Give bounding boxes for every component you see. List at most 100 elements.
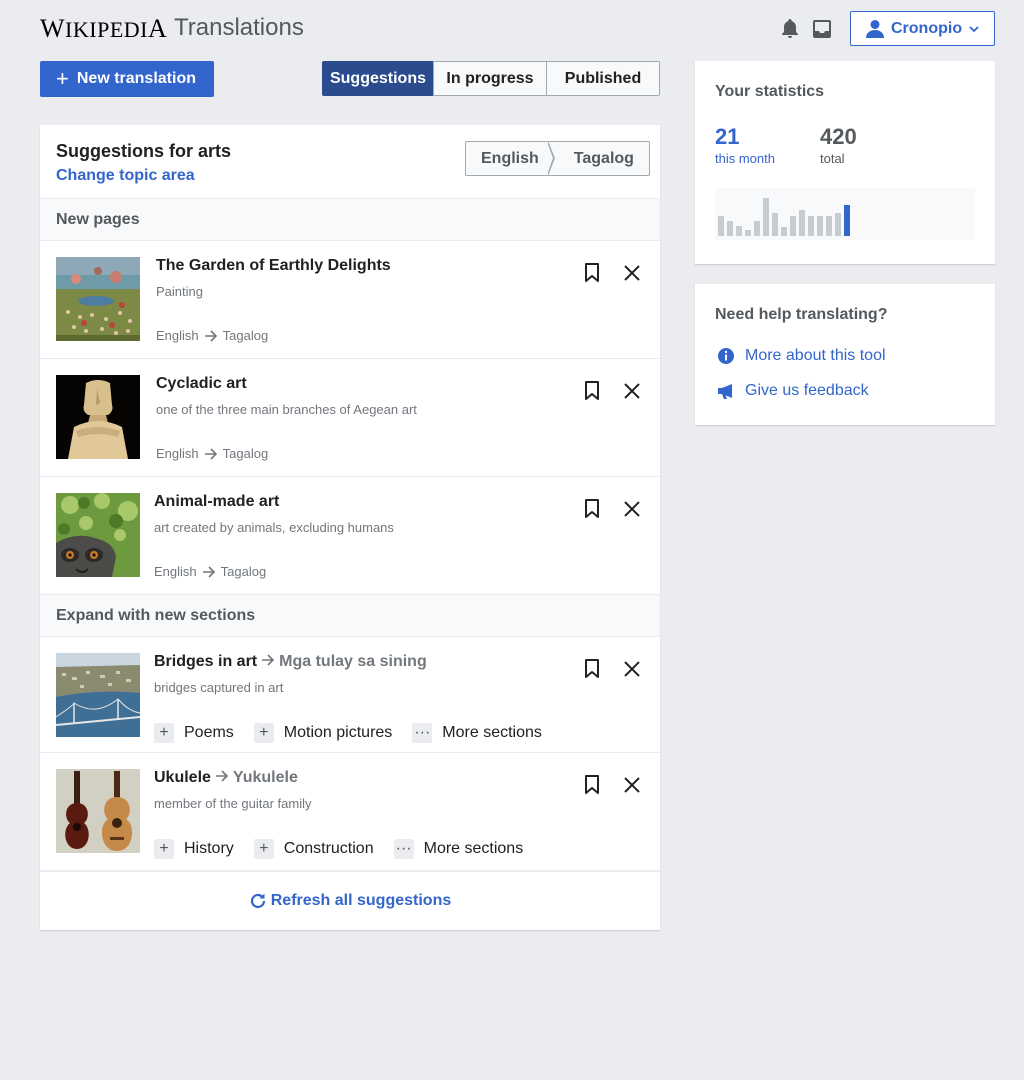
item-language-pair: English Tagalog [154, 564, 266, 579]
item-source-language: English [156, 328, 199, 343]
item-title-row: Ukulele Yukulele [154, 769, 298, 787]
activity-bar [727, 221, 733, 236]
more-sections-chip[interactable]: ··· More sections [393, 839, 524, 859]
more-about-tool-label: More about this tool [745, 347, 886, 364]
close-icon[interactable] [620, 379, 644, 403]
item-description: bridges captured in art [154, 680, 284, 695]
bell-icon[interactable] [779, 18, 801, 40]
arrow-right-icon [261, 653, 275, 670]
plus-icon: + [154, 839, 174, 859]
activity-bar [745, 230, 751, 236]
thumbnail-garden-of-earthly-delights [56, 257, 140, 341]
item-title-row: Bridges in art Mga tulay sa sining [154, 653, 427, 671]
statistics-title: Your statistics [715, 83, 825, 100]
thumbnail-bridges-in-art [56, 653, 140, 737]
thumbnail-ukulele [56, 769, 140, 853]
more-sections-label: More sections [423, 840, 524, 857]
activity-bar [754, 221, 760, 236]
dashboard-tabs: Suggestions In progress Published [322, 61, 660, 96]
activity-bar [799, 210, 805, 236]
language-separator [546, 141, 555, 176]
close-icon[interactable] [620, 657, 644, 681]
section-chip[interactable]: + Poems [154, 723, 234, 743]
section-chip-label: History [184, 840, 234, 857]
feedback-label: Give us feedback [745, 382, 869, 399]
thumbnail-animal-made-art [56, 493, 140, 577]
item-description: Painting [156, 284, 203, 299]
refresh-label: Refresh all suggestions [270, 892, 452, 909]
tray-icon[interactable] [811, 18, 833, 40]
section-chip[interactable]: + Motion pictures [253, 723, 393, 743]
target-language-button[interactable]: Tagalog [555, 142, 649, 175]
app-title: Translations [174, 14, 304, 41]
arrow-right-icon [204, 447, 218, 460]
source-language-button[interactable]: English [466, 142, 554, 175]
activity-bar [718, 216, 724, 236]
reload-icon [249, 892, 267, 910]
item-description: art created by animals, excluding humans [154, 520, 394, 535]
plus-icon: + [154, 723, 174, 743]
item-target-language: Tagalog [220, 564, 267, 579]
tab-published[interactable]: Published [546, 61, 660, 96]
bookmark-icon[interactable] [580, 657, 604, 681]
close-icon[interactable] [620, 497, 644, 521]
activity-bar [790, 216, 796, 236]
more-about-tool-link[interactable]: More about this tool [717, 347, 886, 365]
item-target-language: Tagalog [222, 446, 269, 461]
tab-suggestions[interactable]: Suggestions [322, 61, 434, 96]
arrow-right-icon [204, 329, 218, 342]
more-sections-chip[interactable]: ··· More sections [412, 723, 542, 743]
sections-heading: Expand with new sections [40, 595, 660, 637]
item-source-language: English [154, 564, 197, 579]
activity-bar [808, 216, 814, 236]
total-label: total [820, 151, 845, 166]
activity-bar [772, 213, 778, 236]
tab-in-progress[interactable]: In progress [433, 61, 547, 96]
language-selector: English Tagalog [465, 141, 650, 176]
arrow-right-icon [202, 565, 216, 578]
bookmark-icon[interactable] [580, 261, 604, 285]
bookmark-icon[interactable] [580, 773, 604, 797]
section-chips: + History + Construction ··· More sections [154, 839, 543, 859]
help-card: Need help translating? More about this t… [695, 284, 995, 425]
suggestions-card: Suggestions for arts Change topic area E… [40, 125, 660, 930]
list-item[interactable]: Cycladic art one of the three main branc… [40, 359, 660, 477]
item-target-language: Tagalog [222, 328, 269, 343]
activity-bar [736, 226, 742, 236]
item-title: Animal-made art [154, 493, 280, 510]
bookmark-icon[interactable] [580, 497, 604, 521]
user-menu-button[interactable]: Cronopio [850, 11, 995, 46]
item-description: member of the guitar family [154, 796, 312, 811]
suggestions-title: Suggestions for arts [56, 141, 232, 161]
plus-icon: + [56, 66, 69, 91]
suggestions-header: Suggestions for arts Change topic area E… [40, 125, 660, 199]
list-item[interactable]: Bridges in art Mga tulay sa sining bridge… [40, 637, 660, 753]
item-source-language: English [156, 446, 199, 461]
activity-bar-current [844, 205, 850, 236]
section-chip[interactable]: + History [154, 839, 234, 859]
plus-icon: + [253, 839, 274, 859]
close-icon[interactable] [620, 773, 644, 797]
new-translation-button[interactable]: + New translation [40, 61, 214, 97]
section-chip-label: Motion pictures [283, 724, 393, 741]
arrow-right-icon [215, 769, 229, 786]
more-sections-label: More sections [442, 724, 542, 741]
monthly-activity-chart [715, 188, 975, 240]
close-icon[interactable] [620, 261, 644, 285]
new-translation-label: New translation [76, 70, 196, 87]
help-title: Need help translating? [715, 306, 888, 323]
item-target-title: Yukulele [232, 769, 298, 786]
feedback-link[interactable]: Give us feedback [717, 382, 869, 400]
list-item[interactable]: Animal-made art art created by animals, … [40, 477, 660, 595]
total-count: 420 [820, 124, 857, 149]
change-topic-link[interactable]: Change topic area [56, 167, 195, 185]
list-item[interactable]: The Garden of Earthly Delights Painting … [40, 241, 660, 359]
item-language-pair: English Tagalog [156, 328, 268, 343]
list-item[interactable]: Ukulele Yukulele member of the guitar fam… [40, 753, 660, 871]
bookmark-icon[interactable] [580, 379, 604, 403]
item-target-title: Mga tulay sa sining [279, 653, 427, 670]
refresh-suggestions-button[interactable]: Refresh all suggestions [40, 871, 660, 930]
section-chip-label: Poems [184, 724, 234, 741]
wikipedia-wordmark[interactable]: WIKIPEDIA [40, 14, 167, 44]
section-chip[interactable]: + Construction [253, 839, 374, 859]
